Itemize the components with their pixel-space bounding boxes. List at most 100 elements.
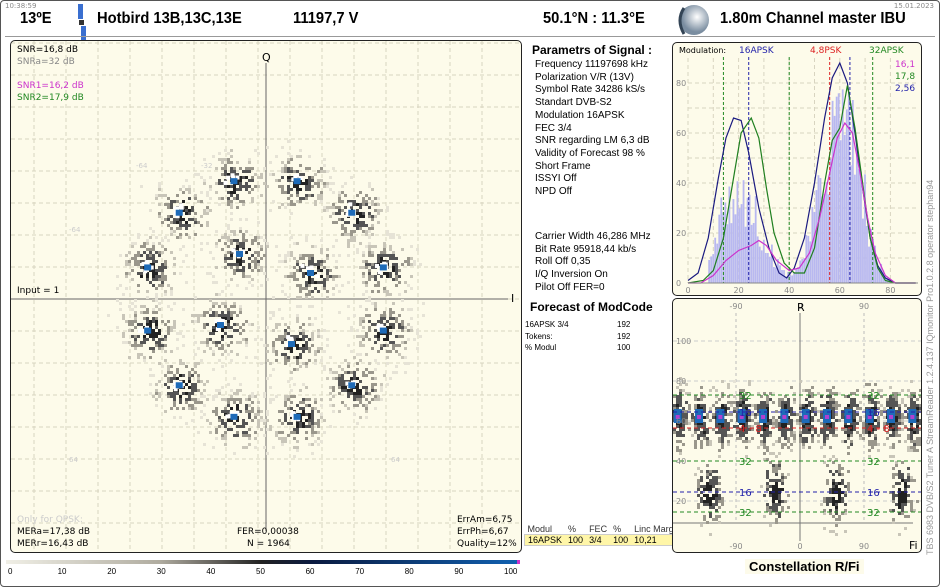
density-cell bbox=[775, 485, 778, 488]
density-cell bbox=[374, 389, 377, 392]
density-cell bbox=[847, 482, 850, 485]
density-cell bbox=[245, 188, 248, 191]
density-cell bbox=[248, 323, 251, 326]
density-cell bbox=[416, 347, 419, 350]
density-cell bbox=[724, 407, 727, 410]
density-cell bbox=[233, 305, 236, 308]
density-cell bbox=[700, 446, 703, 449]
density-cell bbox=[317, 350, 320, 353]
density-cell bbox=[320, 275, 323, 278]
density-cell bbox=[919, 437, 921, 440]
density-cell bbox=[125, 263, 128, 266]
density-cell bbox=[290, 275, 293, 278]
density-cell bbox=[775, 464, 778, 467]
density-cell bbox=[323, 368, 326, 371]
density-cell bbox=[398, 344, 401, 347]
density-cell bbox=[344, 386, 347, 389]
density-cell bbox=[374, 359, 377, 362]
density-cell bbox=[143, 338, 146, 341]
density-cell bbox=[398, 275, 401, 278]
density-cell bbox=[175, 206, 180, 211]
density-cell bbox=[203, 314, 206, 317]
density-cell bbox=[383, 290, 386, 293]
density-cell bbox=[155, 317, 158, 320]
density-cell bbox=[227, 398, 230, 401]
density-cell bbox=[377, 197, 380, 200]
density-cell bbox=[329, 176, 332, 179]
density-cell bbox=[344, 233, 347, 236]
density-cell bbox=[236, 161, 239, 164]
density-cell bbox=[820, 503, 823, 506]
density-cell bbox=[299, 197, 302, 200]
density-cell bbox=[296, 200, 299, 203]
density-cell bbox=[703, 503, 706, 506]
density-cell bbox=[200, 314, 203, 317]
density-cell bbox=[826, 497, 829, 500]
density-cell bbox=[170, 308, 173, 311]
density-cell bbox=[239, 230, 242, 233]
density-cell bbox=[302, 362, 305, 365]
density-cell bbox=[179, 332, 182, 335]
density-cell bbox=[356, 212, 359, 215]
density-cell bbox=[359, 266, 362, 269]
density-cell bbox=[299, 305, 302, 308]
density-cell bbox=[152, 311, 155, 314]
density-cell bbox=[775, 521, 778, 524]
density-cell bbox=[179, 398, 182, 401]
density-cell bbox=[224, 305, 227, 308]
density-cell bbox=[296, 347, 299, 350]
density-cell bbox=[772, 419, 775, 422]
density-cell bbox=[257, 251, 260, 254]
density-cell bbox=[317, 170, 320, 173]
density-cell bbox=[733, 395, 736, 398]
density-cell bbox=[164, 383, 167, 386]
density-cell bbox=[218, 341, 221, 344]
density-cell bbox=[356, 203, 359, 206]
density-cell bbox=[215, 302, 218, 305]
histogram-bar bbox=[750, 224, 753, 283]
density-cell bbox=[161, 272, 164, 275]
density-cell bbox=[697, 506, 700, 509]
density-cell bbox=[832, 500, 835, 503]
density-cell bbox=[236, 284, 239, 287]
density-cell bbox=[706, 470, 709, 473]
density-cell bbox=[778, 479, 781, 482]
density-cell bbox=[182, 362, 185, 365]
density-cell bbox=[919, 422, 921, 425]
density-cell bbox=[215, 311, 218, 314]
density-cell bbox=[910, 440, 913, 443]
x-tick-label: 60 bbox=[835, 286, 845, 295]
density-cell bbox=[290, 200, 293, 203]
density-cell bbox=[314, 353, 317, 356]
grid-label: -32 bbox=[201, 162, 213, 170]
density-cell bbox=[302, 413, 305, 416]
density-cell bbox=[182, 200, 185, 203]
density-cell bbox=[263, 446, 266, 449]
density-cell bbox=[146, 254, 149, 257]
density-cell bbox=[709, 473, 712, 476]
density-cell bbox=[356, 383, 359, 386]
density-cell bbox=[311, 290, 314, 293]
density-cell bbox=[209, 431, 212, 434]
histogram-bar bbox=[855, 143, 858, 283]
density-cell bbox=[874, 419, 877, 422]
histogram-bar bbox=[807, 235, 810, 283]
density-cell bbox=[155, 335, 158, 338]
density-cell bbox=[712, 479, 715, 482]
density-cell bbox=[170, 287, 173, 290]
density-cell bbox=[760, 401, 763, 404]
density-cell bbox=[305, 431, 308, 434]
density-cell bbox=[236, 392, 239, 395]
density-cell bbox=[883, 407, 886, 410]
density-cell bbox=[197, 320, 200, 323]
density-cell bbox=[832, 422, 835, 425]
density-cell bbox=[284, 359, 287, 362]
density-cell bbox=[299, 389, 302, 392]
density-cell bbox=[727, 443, 730, 446]
density-cell bbox=[320, 191, 323, 194]
density-cell bbox=[820, 416, 823, 419]
density-cell bbox=[281, 260, 284, 263]
density-cell bbox=[332, 206, 335, 209]
density-cell bbox=[329, 275, 332, 278]
density-cell bbox=[134, 338, 137, 341]
